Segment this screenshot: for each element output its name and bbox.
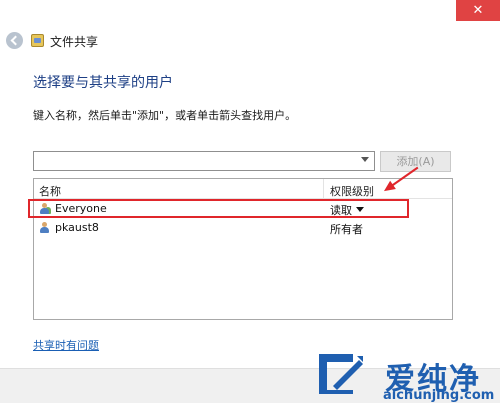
watermark-url: aichunjing.com	[383, 388, 495, 403]
back-arrow-icon[interactable]	[6, 32, 23, 49]
sharing-help-link[interactable]: 共享时有问题	[33, 337, 99, 353]
watermark-logo-icon	[319, 354, 363, 394]
user-icon	[39, 222, 50, 234]
file-sharing-window: ✕ 文件共享 选择要与其共享的用户 键入名称，然后单击"添加"，或者单击箭头查找…	[0, 0, 500, 403]
close-button[interactable]: ✕	[456, 0, 500, 21]
user-name-input[interactable]	[37, 153, 352, 169]
file-sharing-icon	[31, 34, 44, 47]
window-title: 文件共享	[50, 35, 99, 49]
permission-level: 所有者	[330, 223, 363, 236]
column-divider[interactable]	[323, 179, 324, 199]
user-name-combobox[interactable]	[33, 151, 375, 171]
chevron-down-icon[interactable]	[361, 157, 369, 162]
column-header-name[interactable]: 名称	[39, 183, 61, 199]
watermark: 爱纯净 aichunjing.com	[313, 350, 500, 403]
page-heading: 选择要与其共享的用户	[33, 75, 173, 91]
title-bar: ✕	[0, 0, 500, 24]
annotation-highlight-box	[28, 199, 409, 218]
user-name: pkaust8	[55, 221, 99, 234]
window-header: 文件共享	[0, 26, 500, 56]
instruction-text: 键入名称，然后单击"添加"，或者单击箭头查找用户。	[33, 109, 297, 122]
column-header-permission[interactable]: 权限级别	[330, 183, 374, 199]
list-item-owner[interactable]: pkaust8 所有者	[34, 219, 452, 237]
